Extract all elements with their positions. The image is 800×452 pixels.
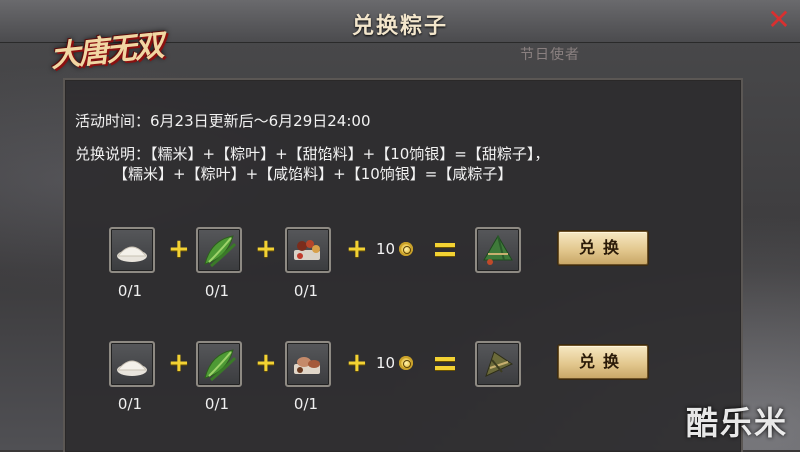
result-slot-savory-zongzi[interactable] <box>475 341 521 387</box>
site-watermark: 酷乐米 <box>685 404 788 442</box>
close-button[interactable]: ✕ <box>766 6 792 34</box>
sweet-zongzi-icon <box>483 235 513 265</box>
exchange-button[interactable]: 兑换 <box>558 231 648 265</box>
plus-sign: + <box>255 348 277 378</box>
ingredient-slot-leaf[interactable] <box>196 341 242 387</box>
ingredient-slot-leaf[interactable] <box>196 227 242 273</box>
plus-sign: + <box>168 348 190 378</box>
ingredient-count: 0/1 <box>117 395 143 413</box>
game-logo: 大唐无双 <box>48 22 170 78</box>
exchange-panel: 活动时间：6月23日更新后～6月29日24:00 兑换说明：【糯米】+【粽叶】+… <box>63 78 743 452</box>
ingredient-slot-sweet-filling[interactable] <box>285 227 331 273</box>
rice-icon <box>116 246 148 262</box>
rice-icon <box>116 360 148 376</box>
exchange-button[interactable]: 兑换 <box>558 345 648 379</box>
savory-filling-icon <box>294 357 320 374</box>
ingredient-slot-rice[interactable] <box>109 341 155 387</box>
ingredient-count: 0/1 <box>204 282 230 300</box>
exchange-description-line1: 兑换说明：【糯米】+【粽叶】+【甜馅料】+【10饷银】=【甜粽子】， <box>75 145 550 163</box>
silver-coin-icon <box>399 242 413 256</box>
plus-sign: + <box>346 348 368 378</box>
result-slot-sweet-zongzi[interactable] <box>475 227 521 273</box>
ingredient-count: 0/1 <box>293 282 319 300</box>
ingredient-count: 0/1 <box>204 395 230 413</box>
logo-text: 大唐无双 <box>48 28 164 75</box>
event-time-text: 活动时间：6月23日更新后～6月29日24:00 <box>75 112 371 130</box>
silver-cost: 10 <box>376 354 396 372</box>
exchange-description-line2: 【糯米】+【粽叶】+【咸馅料】+【10饷银】=【咸粽子】 <box>113 165 513 183</box>
plus-sign: + <box>346 234 368 264</box>
savory-zongzi-icon <box>485 351 514 377</box>
zongzi-leaf-icon <box>204 235 237 268</box>
ingredient-slot-savory-filling[interactable] <box>285 341 331 387</box>
plus-sign: + <box>168 234 190 264</box>
ingredient-slot-rice[interactable] <box>109 227 155 273</box>
equals-sign <box>435 243 455 257</box>
plus-sign: + <box>255 234 277 264</box>
equals-sign <box>435 357 455 371</box>
ingredient-count: 0/1 <box>293 395 319 413</box>
sweet-filling-icon <box>294 240 320 260</box>
silver-cost: 10 <box>376 240 396 258</box>
silver-coin-icon <box>399 356 413 370</box>
ingredient-count: 0/1 <box>117 282 143 300</box>
zongzi-leaf-icon <box>204 349 237 382</box>
npc-name-label: 节日使者 <box>520 47 580 63</box>
